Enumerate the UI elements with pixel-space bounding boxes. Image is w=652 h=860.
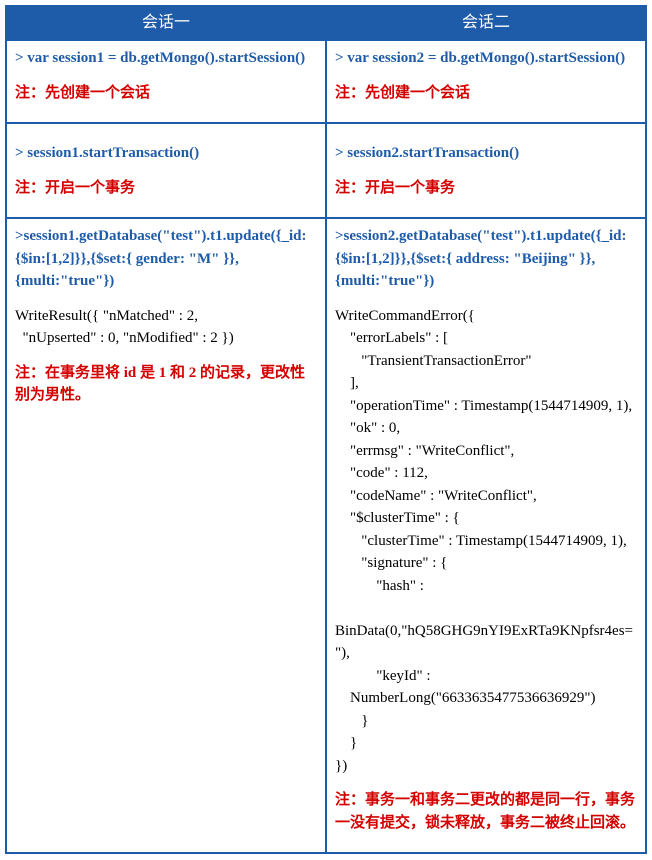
cell-r3c2: >session2.getDatabase("test").t1.update(…: [326, 218, 646, 853]
cell-r1c1: > var session1 = db.getMongo().startSess…: [6, 40, 326, 123]
cell-r2c1: > session1.startTransaction() 注：开启一个事务: [6, 123, 326, 218]
command-text: > var session1 = db.getMongo().startSess…: [15, 47, 317, 70]
note-text: 注：开启一个事务: [335, 177, 637, 200]
note-text: 注：先创建一个会话: [335, 82, 637, 105]
command-text: > var session2 = db.getMongo().startSess…: [335, 47, 637, 70]
session-comparison-table: 会话一 会话二 > var session1 = db.getMongo().s…: [5, 5, 647, 854]
cell-r3c1: >session1.getDatabase("test").t1.update(…: [6, 218, 326, 853]
table-row: > var session1 = db.getMongo().startSess…: [6, 40, 646, 123]
table-row: >session1.getDatabase("test").t1.update(…: [6, 218, 646, 853]
command-text: > session2.startTransaction(): [335, 142, 637, 165]
output-text: WriteResult({ "nMatched" : 2, "nUpserted…: [15, 305, 317, 350]
note-text: 注：先创建一个会话: [15, 82, 317, 105]
header-session-1: 会话一: [6, 6, 326, 40]
note-text: 注：事务一和事务二更改的都是同一行，事务一没有提交，锁未释放，事务二被终止回滚。: [335, 789, 637, 834]
table-row: > session1.startTransaction() 注：开启一个事务 >…: [6, 123, 646, 218]
command-text: >session2.getDatabase("test").t1.update(…: [335, 225, 637, 293]
header-session-2: 会话二: [326, 6, 646, 40]
command-text: > session1.startTransaction(): [15, 142, 317, 165]
cell-r2c2: > session2.startTransaction() 注：开启一个事务: [326, 123, 646, 218]
output-text: WriteCommandError({ "errorLabels" : [ "T…: [335, 305, 637, 778]
note-text: 注：在事务里将 id 是 1 和 2 的记录，更改性别为男性。: [15, 362, 317, 407]
cell-r1c2: > var session2 = db.getMongo().startSess…: [326, 40, 646, 123]
command-text: >session1.getDatabase("test").t1.update(…: [15, 225, 317, 293]
note-text: 注：开启一个事务: [15, 177, 317, 200]
